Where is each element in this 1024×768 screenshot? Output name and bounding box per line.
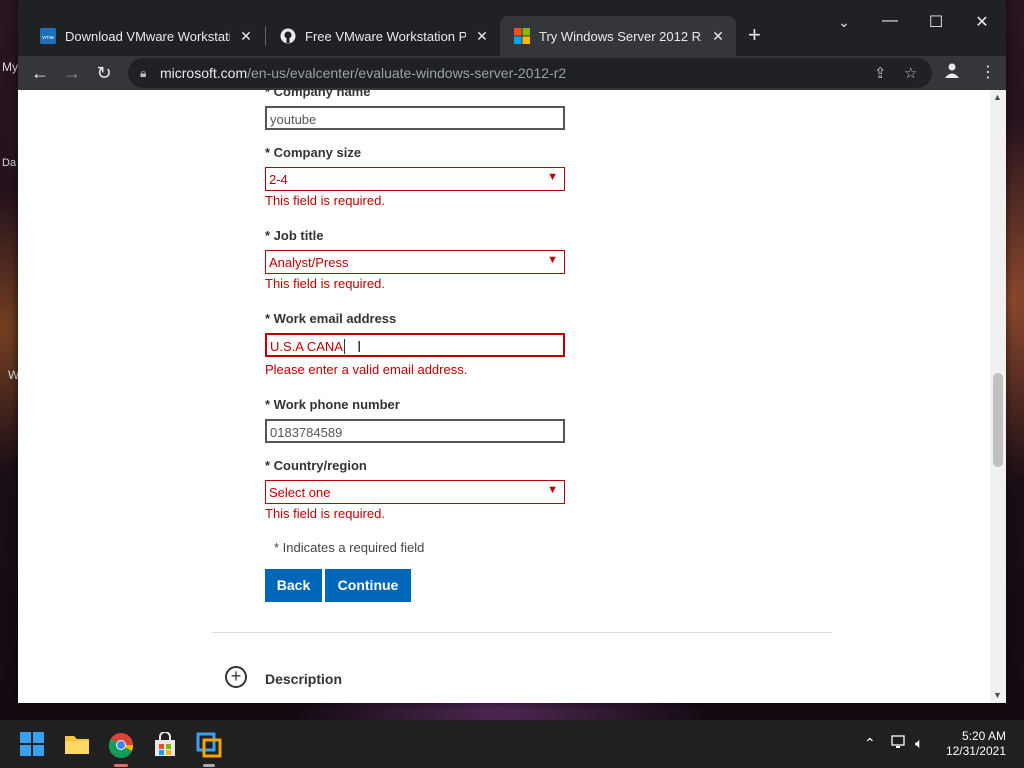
forward-arrow-icon[interactable]: → bbox=[59, 60, 85, 86]
job-title-error: This field is required. bbox=[265, 276, 385, 291]
chevron-down-icon: ▼ bbox=[547, 254, 558, 266]
tab-title: Try Windows Server 2012 R2 on bbox=[539, 28, 702, 44]
job-title-label: * Job title bbox=[265, 228, 324, 243]
show-hidden-icons-chevron-icon[interactable]: ⌃ bbox=[864, 735, 876, 752]
work-email-value: U.S.A CANA bbox=[270, 339, 343, 354]
browser-window: vmw Download VMware Workstation ✕ Free V… bbox=[18, 0, 1006, 703]
volume-icon[interactable]: 🔈︎ bbox=[915, 735, 923, 752]
work-email-error: Please enter a valid email address. bbox=[265, 362, 468, 377]
back-button[interactable]: Back bbox=[265, 569, 322, 602]
company-name-input[interactable]: youtube bbox=[265, 106, 565, 130]
menu-kebab-icon[interactable]: ⋮ bbox=[980, 62, 996, 82]
scrollbar-thumb[interactable] bbox=[993, 373, 1003, 467]
vmware-workstation-icon[interactable] bbox=[196, 732, 222, 758]
taskbar: ⌃ 🔈︎ 5:20 AM 12/31/2021 bbox=[0, 720, 1024, 768]
clock-date: 12/31/2021 bbox=[945, 744, 1006, 758]
share-icon[interactable]: ⇪ bbox=[874, 64, 887, 82]
vmware-icon: vmw bbox=[40, 28, 56, 44]
network-icon[interactable] bbox=[891, 735, 907, 752]
job-title-select[interactable]: Analyst/Press ▼ bbox=[265, 250, 565, 274]
continue-button[interactable]: Continue bbox=[325, 569, 411, 602]
microsoft-store-icon[interactable] bbox=[152, 731, 178, 758]
tab-search-chevron-icon[interactable]: ⌄ bbox=[824, 14, 864, 31]
svg-text:vmw: vmw bbox=[42, 35, 54, 41]
running-app-indicator bbox=[203, 764, 215, 767]
windows-start-icon[interactable] bbox=[20, 732, 46, 758]
description-heading[interactable]: Description bbox=[265, 671, 342, 687]
tab-strip: vmw Download VMware Workstation ✕ Free V… bbox=[18, 0, 1006, 56]
back-arrow-icon[interactable]: ← bbox=[27, 60, 53, 86]
tab-windows-server[interactable]: Try Windows Server 2012 R2 on ✕ bbox=[500, 16, 736, 56]
clock-time: 5:20 AM bbox=[961, 729, 1006, 743]
country-label: * Country/region bbox=[265, 458, 367, 473]
tab-vmware-download[interactable]: vmw Download VMware Workstation ✕ bbox=[26, 16, 264, 56]
scroll-down-icon[interactable]: ▼ bbox=[993, 690, 1002, 700]
ibeam-cursor-icon: I bbox=[357, 339, 362, 356]
company-size-value: 2-4 bbox=[269, 172, 288, 187]
microsoft-icon bbox=[514, 28, 530, 44]
profile-icon[interactable] bbox=[944, 62, 960, 83]
company-size-select[interactable]: 2-4 ▼ bbox=[265, 167, 565, 191]
tab-github[interactable]: Free VMware Workstation Pro 16 ✕ bbox=[266, 16, 500, 56]
close-tab-icon[interactable]: ✕ bbox=[474, 28, 490, 45]
close-tab-icon[interactable]: ✕ bbox=[238, 28, 254, 45]
reload-icon[interactable]: ↻ bbox=[91, 60, 117, 86]
desktop-icon-label: Da bbox=[2, 157, 17, 169]
url-domain: microsoft.com bbox=[160, 65, 248, 81]
company-size-label: * Company size bbox=[265, 145, 362, 160]
country-value: Select one bbox=[269, 485, 331, 500]
chevron-down-icon: ▼ bbox=[547, 171, 558, 183]
file-explorer-icon[interactable] bbox=[64, 732, 90, 758]
maximize-icon[interactable]: ☐ bbox=[916, 12, 956, 32]
required-field-note: * Indicates a required field bbox=[274, 540, 425, 555]
page-scrollbar[interactable]: ▲ ▼ bbox=[990, 90, 1006, 703]
desktop-icon-label: My bbox=[2, 60, 18, 74]
text-caret bbox=[343, 339, 345, 354]
minimize-icon[interactable]: — bbox=[870, 12, 910, 30]
close-tab-icon[interactable]: ✕ bbox=[710, 28, 726, 45]
work-email-label: * Work email address bbox=[265, 311, 397, 326]
job-title-value: Analyst/Press bbox=[269, 255, 349, 270]
system-clock[interactable]: 5:20 AM 12/31/2021 bbox=[946, 729, 1006, 759]
work-phone-label: * Work phone number bbox=[265, 397, 400, 412]
url-path: /en-us/evalcenter/evaluate-windows-serve… bbox=[247, 65, 567, 81]
address-bar[interactable]: 🔒︎ microsoft.com/en-us/evalcenter/evalua… bbox=[128, 58, 932, 88]
active-app-indicator bbox=[114, 764, 128, 767]
country-select[interactable]: Select one ▼ bbox=[265, 480, 565, 504]
expand-plus-icon[interactable]: + bbox=[225, 666, 247, 688]
section-divider bbox=[212, 632, 832, 633]
github-icon bbox=[280, 28, 296, 44]
work-email-input[interactable]: U.S.A CANA bbox=[265, 333, 565, 357]
close-window-icon[interactable]: ✕ bbox=[962, 12, 1002, 32]
scroll-up-icon[interactable]: ▲ bbox=[993, 92, 1002, 102]
lock-icon: 🔒︎ bbox=[140, 66, 147, 80]
new-tab-icon[interactable]: + bbox=[748, 22, 761, 48]
bookmark-star-icon[interactable]: ☆ bbox=[904, 64, 917, 82]
work-phone-input[interactable]: 0183784589 bbox=[265, 419, 565, 443]
chevron-down-icon: ▼ bbox=[547, 484, 558, 496]
browser-toolbar: ← → ↻ 🔒︎ microsoft.com/en-us/evalcenter/… bbox=[18, 56, 1006, 90]
company-name-label: * Company name bbox=[265, 90, 371, 99]
page-content: * Company name youtube * Company size 2-… bbox=[18, 90, 990, 703]
tab-title: Free VMware Workstation Pro 16 bbox=[305, 28, 466, 44]
url-text: microsoft.com/en-us/evalcenter/evaluate-… bbox=[160, 65, 566, 81]
country-error: This field is required. bbox=[265, 506, 385, 521]
company-size-error: This field is required. bbox=[265, 193, 385, 208]
tab-title: Download VMware Workstation bbox=[65, 28, 230, 44]
chrome-icon[interactable] bbox=[108, 732, 134, 759]
